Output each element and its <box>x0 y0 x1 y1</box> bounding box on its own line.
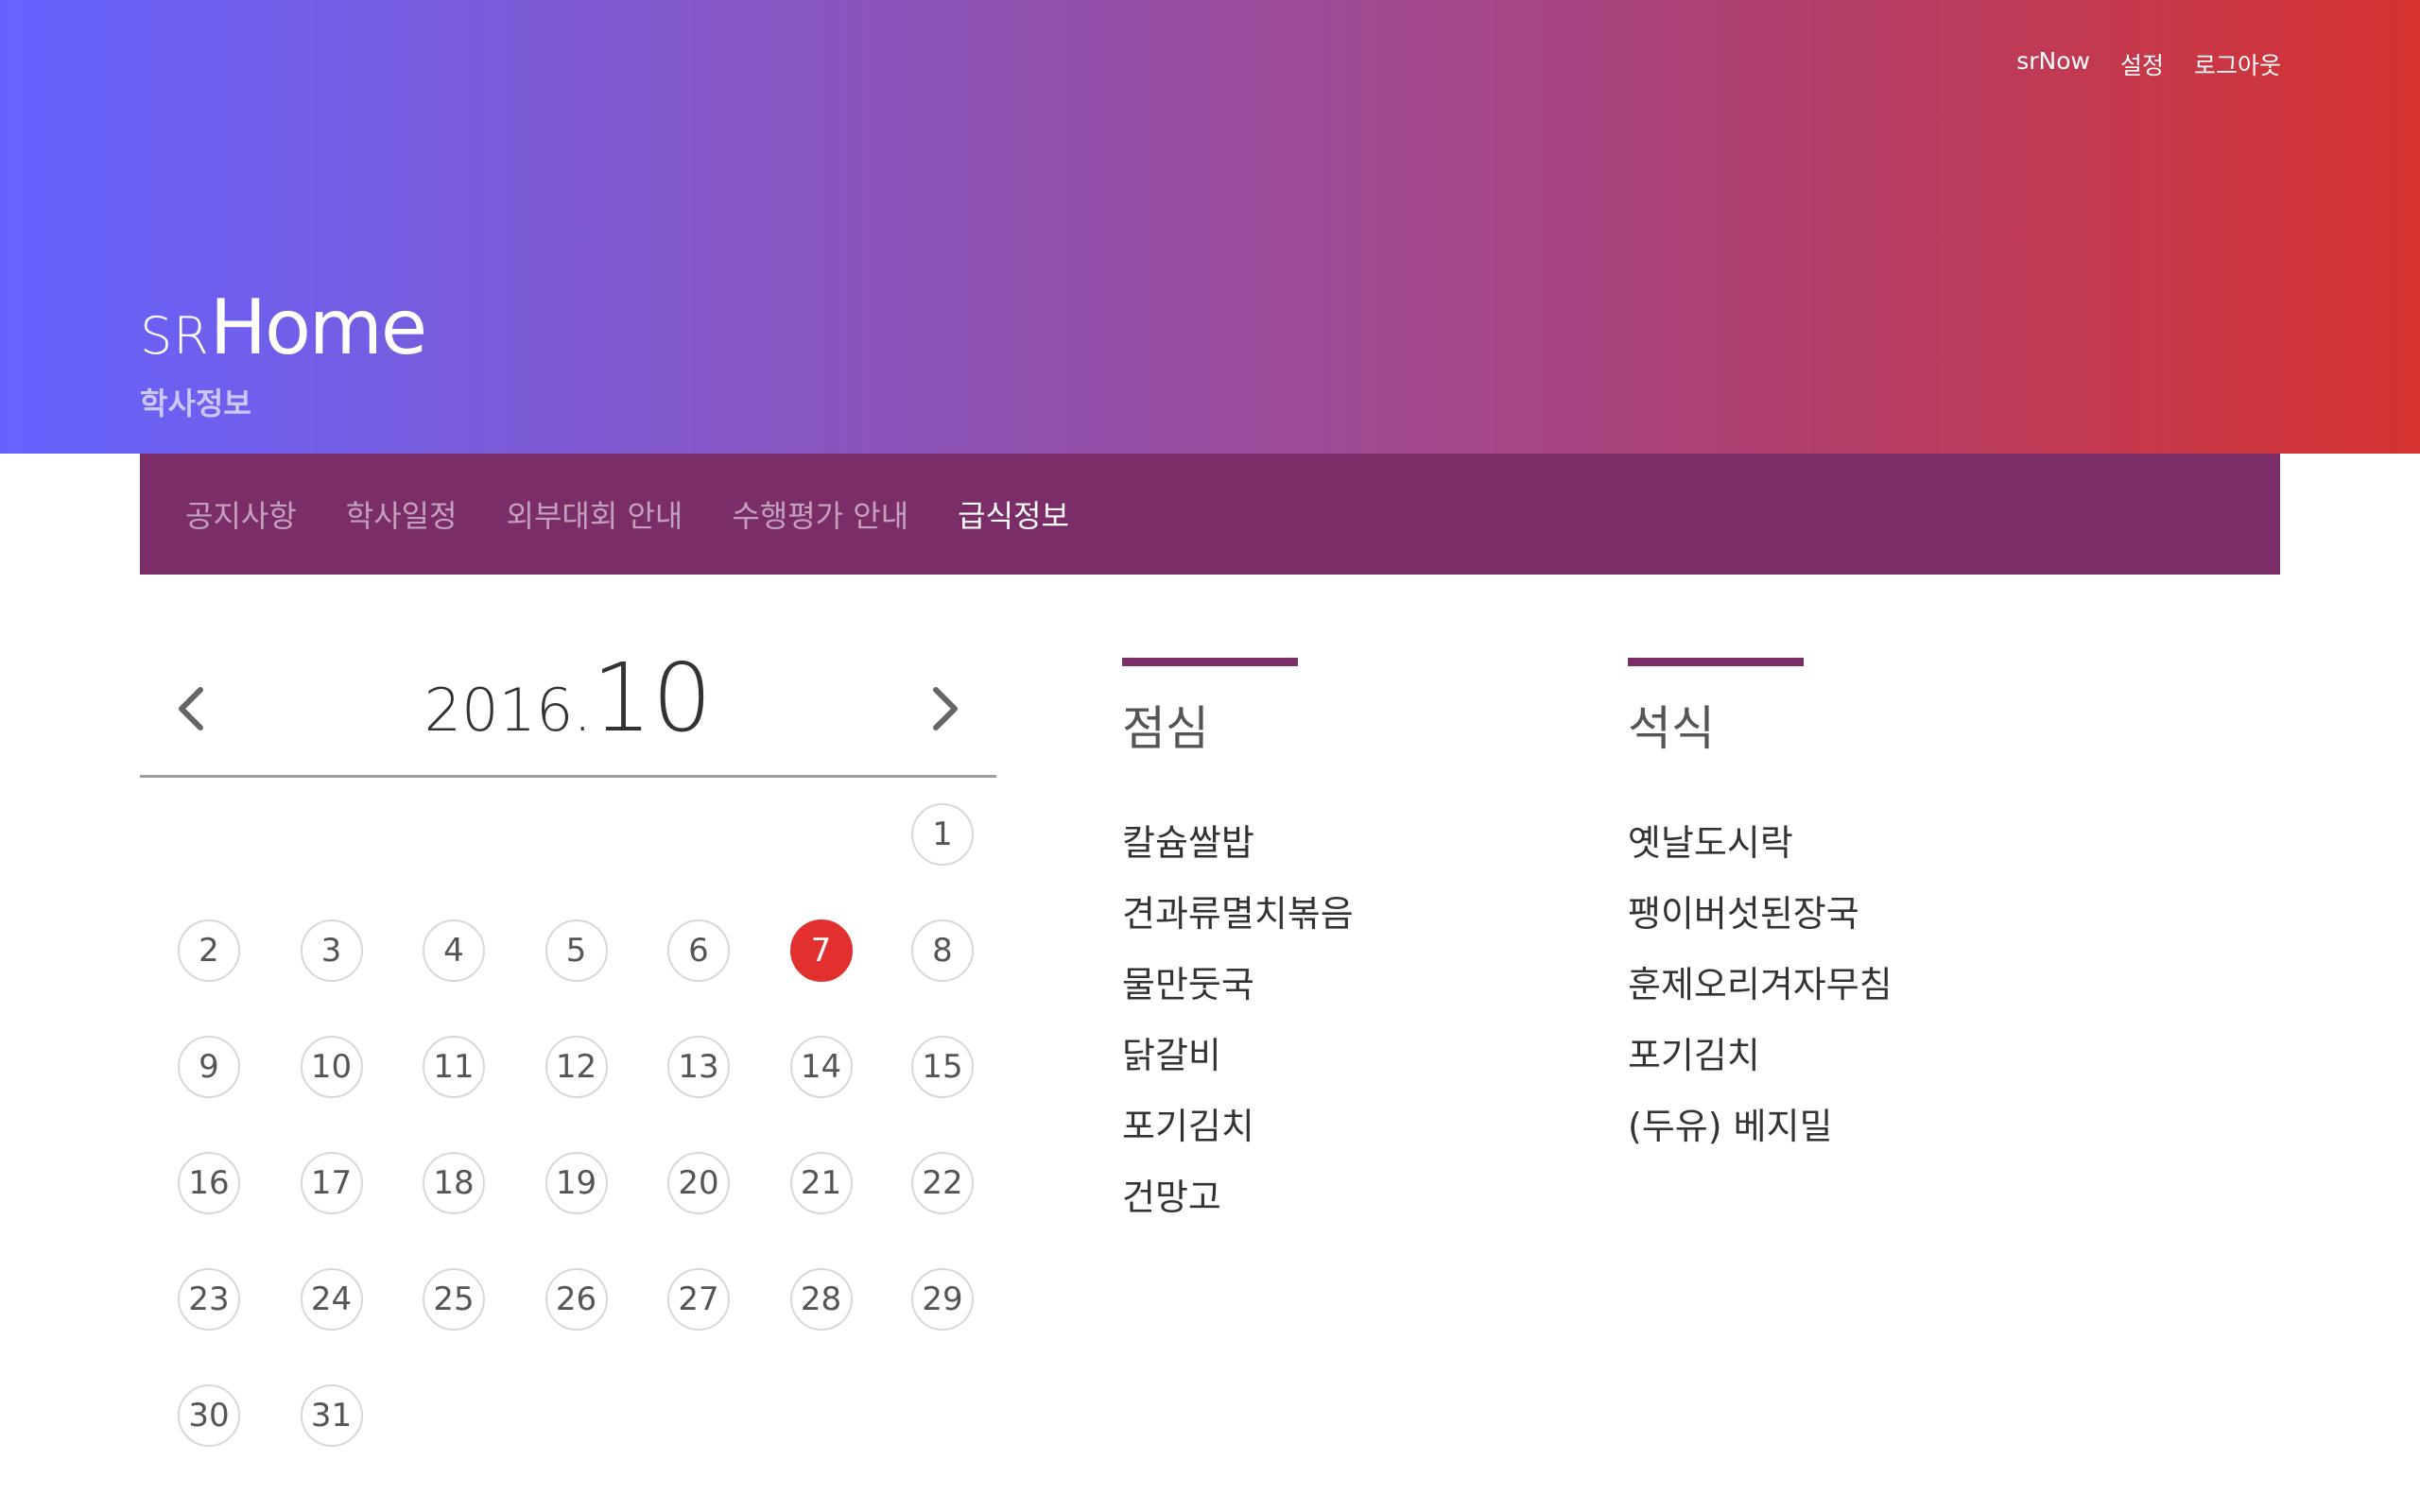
calendar-day[interactable]: 10 <box>300 1036 363 1098</box>
calendar-day[interactable]: 27 <box>667 1268 730 1331</box>
dinner-column: 석식 옛날도시락 팽이버섯된장국 훈제오리겨자무침 포기김치 (두유) 베지밀 <box>1628 658 1893 1162</box>
dinner-accent-bar <box>1628 658 1804 666</box>
lunch-accent-bar <box>1122 658 1298 666</box>
lunch-column: 점심 칼슘쌀밥 견과류멸치볶음 물만둣국 닭갈비 포기김치 건망고 <box>1122 658 1354 1233</box>
calendar-day[interactable]: 1 <box>911 803 974 866</box>
calendar-day[interactable]: 31 <box>300 1384 363 1447</box>
calendar-day[interactable]: 4 <box>423 919 485 982</box>
calendar-day[interactable]: 22 <box>911 1152 974 1214</box>
top-links: srNow 설정 로그아웃 <box>2016 47 2281 81</box>
list-item: 건망고 <box>1122 1177 1221 1218</box>
list-item: 훈제오리겨자무침 <box>1628 964 1893 1005</box>
list-item: 포기김치 <box>1122 1106 1254 1147</box>
tab-bar: 공지사항 학사일정 외부대회 안내 수행평가 안내 급식정보 <box>140 454 2280 575</box>
calendar-month: 10 <box>592 643 713 753</box>
calendar-title: 2016.10 <box>140 643 996 753</box>
calendar-day[interactable]: 18 <box>423 1152 485 1214</box>
calendar-year: 2016. <box>424 676 593 745</box>
calendar-day[interactable]: 19 <box>544 1152 608 1214</box>
logo[interactable]: SR Home <box>140 284 427 371</box>
calendar-day[interactable]: 2 <box>178 919 240 982</box>
dinner-menu-list: 옛날도시락 팽이버섯된장국 훈제오리겨자무침 포기김치 (두유) 베지밀 <box>1628 808 1893 1162</box>
list-item: (두유) 베지밀 <box>1628 1106 1833 1147</box>
calendar-day[interactable]: 17 <box>300 1152 363 1214</box>
calendar-day[interactable]: 30 <box>178 1384 240 1447</box>
tab-notices[interactable]: 공지사항 <box>185 492 297 536</box>
settings-link[interactable]: 설정 <box>2120 47 2164 81</box>
calendar-day[interactable]: 5 <box>544 919 608 982</box>
calendar-day[interactable]: 25 <box>423 1268 485 1331</box>
list-item: 옛날도시락 <box>1628 822 1793 864</box>
calendar-day[interactable]: 24 <box>300 1268 363 1331</box>
logout-link[interactable]: 로그아웃 <box>2194 47 2281 81</box>
calendar-day[interactable]: 29 <box>911 1268 974 1331</box>
calendar-day[interactable]: 7 <box>789 919 853 982</box>
dinner-title: 석식 <box>1628 701 1715 756</box>
chevron-right-icon[interactable] <box>921 680 968 737</box>
calendar-day[interactable]: 20 <box>667 1152 730 1214</box>
calendar-day[interactable]: 11 <box>423 1036 485 1098</box>
list-item: 물만둣국 <box>1122 964 1254 1005</box>
list-item: 팽이버섯된장국 <box>1628 893 1859 935</box>
calendar-day[interactable]: 15 <box>911 1036 974 1098</box>
calendar-day[interactable]: 12 <box>544 1036 608 1098</box>
header-banner: srNow 설정 로그아웃 SR Home 학사정보 <box>0 0 2420 454</box>
tab-academic-calendar[interactable]: 학사일정 <box>346 492 458 536</box>
tab-meal-info[interactable]: 급식정보 <box>958 492 1069 536</box>
tab-assessments[interactable]: 수행평가 안내 <box>732 492 908 536</box>
calendar-day[interactable]: 23 <box>178 1268 240 1331</box>
calendar-header: 2016.10 <box>140 643 996 778</box>
calendar-day[interactable]: 14 <box>789 1036 853 1098</box>
calendar-day[interactable]: 9 <box>178 1036 240 1098</box>
list-item: 포기김치 <box>1628 1035 1760 1076</box>
calendar-day[interactable]: 6 <box>667 919 730 982</box>
calendar-day[interactable]: 13 <box>667 1036 730 1098</box>
calendar-day[interactable]: 28 <box>789 1268 853 1331</box>
list-item: 견과류멸치볶음 <box>1122 893 1354 935</box>
calendar-day[interactable]: 21 <box>789 1152 853 1214</box>
page-subtitle: 학사정보 <box>140 386 251 421</box>
calendar-day[interactable]: 3 <box>300 919 363 982</box>
calendar-day[interactable]: 26 <box>544 1268 608 1331</box>
lunch-menu-list: 칼슘쌀밥 견과류멸치볶음 물만둣국 닭갈비 포기김치 건망고 <box>1122 808 1354 1233</box>
tab-external-contests[interactable]: 외부대회 안내 <box>507 492 683 536</box>
logo-sr: SR <box>140 306 210 366</box>
srnow-link[interactable]: srNow <box>2016 47 2090 81</box>
calendar-day[interactable]: 8 <box>911 919 974 982</box>
calendar-day[interactable]: 16 <box>178 1152 240 1214</box>
list-item: 칼슘쌀밥 <box>1122 822 1254 864</box>
list-item: 닭갈비 <box>1122 1035 1221 1076</box>
lunch-title: 점심 <box>1122 701 1209 756</box>
logo-home: Home <box>209 284 427 371</box>
